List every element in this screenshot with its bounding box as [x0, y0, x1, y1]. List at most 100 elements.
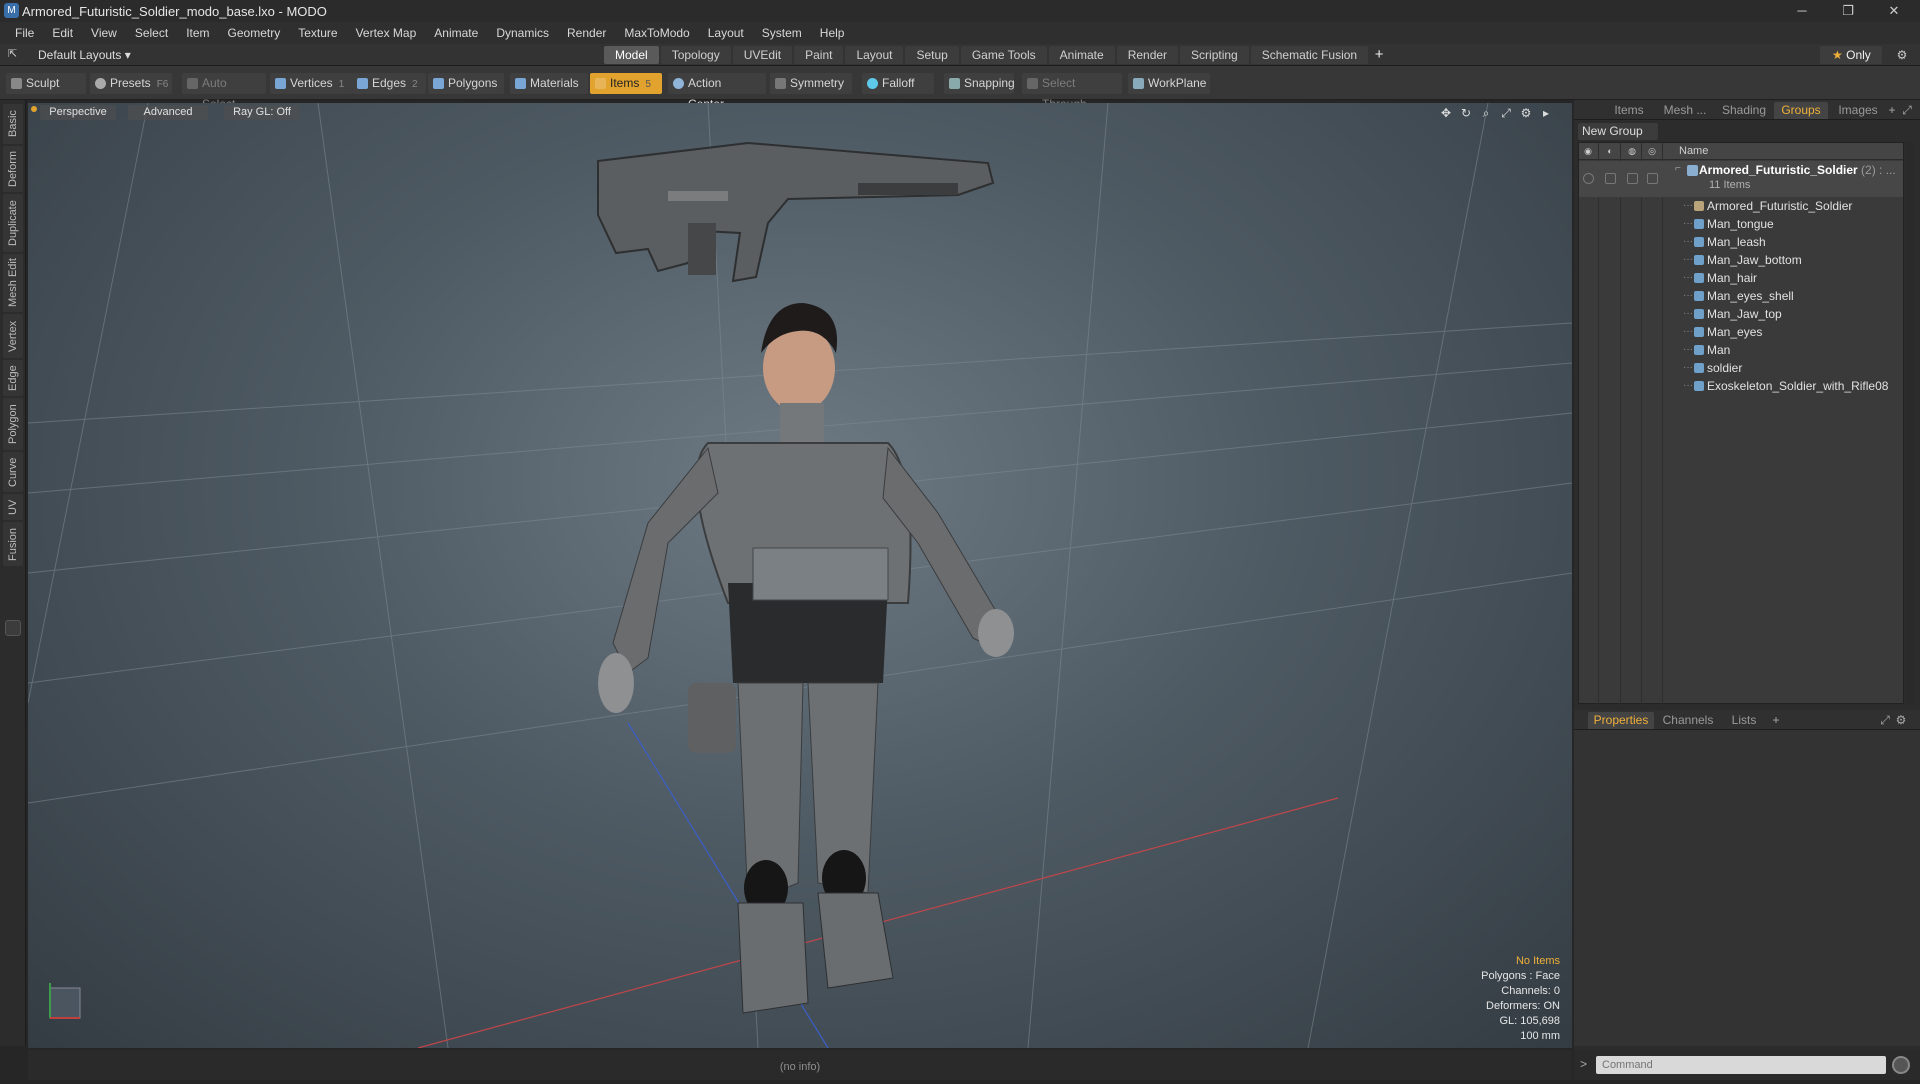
action-center-button[interactable]: Action Center: [668, 73, 766, 111]
list-item[interactable]: ··· Man_tongue: [1579, 215, 1903, 233]
select-column-icon[interactable]: ◎: [1647, 146, 1657, 156]
rotate-icon[interactable]: ↻: [1458, 105, 1474, 121]
list-item[interactable]: ··· Man_eyes: [1579, 323, 1903, 341]
workplane-button[interactable]: WorkPlane: [1128, 73, 1210, 94]
restore-icon[interactable]: ❐: [1826, 0, 1870, 22]
tab-shading[interactable]: Shading: [1716, 102, 1772, 119]
menu-select[interactable]: Select: [126, 26, 177, 40]
default-layouts-dropdown[interactable]: Default Layouts ▾: [14, 44, 131, 66]
edges-button[interactable]: Edges 2: [352, 73, 426, 94]
tab-polygon[interactable]: Polygon: [3, 398, 23, 450]
maximize-icon[interactable]: ⤢: [1498, 105, 1514, 121]
tab-deform[interactable]: Deform: [3, 146, 23, 192]
list-item[interactable]: ··· Man_leash: [1579, 233, 1903, 251]
minimize-icon[interactable]: ─: [1780, 0, 1824, 22]
list-item[interactable]: ··· Exoskeleton_Soldier_with_Rifle08: [1579, 377, 1903, 395]
tab-scripting[interactable]: Scripting: [1180, 46, 1249, 64]
zoom-icon[interactable]: ⌕: [1478, 105, 1494, 121]
new-group-button[interactable]: New Group: [1578, 123, 1658, 140]
menu-geometry[interactable]: Geometry: [219, 26, 290, 40]
group-row[interactable]: ⌐ Armored_Futuristic_Soldier (2) : ... 1…: [1579, 161, 1903, 197]
render-toggle-icon[interactable]: [1605, 173, 1616, 184]
symmetry-button[interactable]: Symmetry: [770, 73, 852, 94]
panel-expand-icon[interactable]: ⤢: [1900, 102, 1914, 119]
lock-column-icon[interactable]: ◍: [1627, 146, 1637, 156]
menu-render[interactable]: Render: [558, 26, 615, 40]
falloff-button[interactable]: Falloff: [862, 73, 934, 94]
pan-icon[interactable]: ✥: [1438, 105, 1454, 121]
only-toggle[interactable]: ★ Only: [1820, 46, 1882, 64]
tab-curve[interactable]: Curve: [3, 452, 23, 492]
viewport-gear-icon[interactable]: ⚙: [1518, 105, 1534, 121]
menu-vertex-map[interactable]: Vertex Map: [347, 26, 426, 40]
strip-toggle-button[interactable]: [5, 620, 21, 636]
snapping-button[interactable]: Snapping: [944, 73, 1015, 94]
tab-schematic-fusion[interactable]: Schematic Fusion: [1250, 46, 1369, 64]
groups-scrollbar[interactable]: [1906, 142, 1914, 704]
select-toggle-icon[interactable]: [1647, 173, 1658, 184]
add-properties-tab-icon[interactable]: +: [1770, 712, 1782, 729]
3d-viewport[interactable]: Perspective Advanced Ray GL: Off ✥ ↻ ⌕ ⤢…: [28, 103, 1572, 1048]
menu-view[interactable]: View: [82, 26, 126, 40]
tab-paint[interactable]: Paint: [794, 46, 844, 64]
select-through-button[interactable]: Select Through: [1022, 73, 1122, 111]
menu-animate[interactable]: Animate: [425, 26, 487, 40]
tab-groups[interactable]: Groups: [1774, 102, 1828, 119]
auto-select-button[interactable]: Auto Select: [182, 73, 266, 111]
menu-maxtomodo[interactable]: MaxToModo: [615, 26, 698, 40]
add-tab-icon[interactable]: +: [1370, 46, 1388, 64]
tab-fusion[interactable]: Fusion: [3, 522, 23, 566]
tab-basic[interactable]: Basic: [3, 104, 23, 144]
menu-dynamics[interactable]: Dynamics: [487, 26, 558, 40]
list-item[interactable]: ··· Man_hair: [1579, 269, 1903, 287]
sculpt-button[interactable]: Sculpt: [6, 73, 86, 94]
raygl-toggle[interactable]: Ray GL: Off: [224, 105, 300, 120]
menu-help[interactable]: Help: [811, 26, 854, 40]
polygons-button[interactable]: Polygons: [428, 73, 504, 94]
lock-toggle-icon[interactable]: [1627, 173, 1638, 184]
tab-render[interactable]: Render: [1116, 46, 1179, 64]
tab-mesh[interactable]: Mesh ...: [1658, 102, 1712, 119]
tab-duplicate[interactable]: Duplicate: [3, 194, 23, 252]
tab-uv[interactable]: UV: [3, 494, 23, 520]
tab-setup[interactable]: Setup: [905, 46, 959, 64]
menu-item[interactable]: Item: [177, 26, 218, 40]
visibility-column-icon[interactable]: ◉: [1583, 146, 1593, 156]
expand-arrow-icon[interactable]: ▸: [1538, 105, 1554, 121]
menu-texture[interactable]: Texture: [289, 26, 346, 40]
presets-button[interactable]: Presets F6: [90, 73, 172, 94]
list-item[interactable]: ··· Armored_Futuristic_Soldier: [1579, 197, 1903, 215]
tab-model[interactable]: Model: [604, 46, 659, 64]
vertices-button[interactable]: Vertices 1: [270, 73, 352, 94]
tab-animate[interactable]: Animate: [1048, 46, 1115, 64]
tab-properties[interactable]: Properties: [1588, 712, 1654, 729]
advanced-dropdown[interactable]: Advanced: [128, 105, 208, 120]
tab-layout[interactable]: Layout: [845, 46, 904, 64]
list-item[interactable]: ··· Man: [1579, 341, 1903, 359]
menu-edit[interactable]: Edit: [43, 26, 82, 40]
tab-uvedit[interactable]: UVEdit: [732, 46, 793, 64]
tab-channels[interactable]: Channels: [1658, 712, 1718, 729]
tab-game-tools[interactable]: Game Tools: [960, 46, 1047, 64]
tab-vertex[interactable]: Vertex: [3, 314, 23, 358]
close-icon[interactable]: ✕: [1872, 0, 1916, 22]
menu-system[interactable]: System: [753, 26, 811, 40]
command-history-button[interactable]: [1892, 1056, 1910, 1074]
menu-layout[interactable]: Layout: [699, 26, 753, 40]
list-item[interactable]: ··· Man_Jaw_bottom: [1579, 251, 1903, 269]
tab-edge[interactable]: Edge: [3, 360, 23, 396]
perspective-dropdown[interactable]: Perspective: [40, 105, 116, 120]
list-item[interactable]: ··· Man_eyes_shell: [1579, 287, 1903, 305]
tab-lists[interactable]: Lists: [1722, 712, 1766, 729]
tab-items[interactable]: Items: [1604, 102, 1654, 119]
tab-topology[interactable]: Topology: [660, 46, 731, 64]
list-item[interactable]: ··· soldier: [1579, 359, 1903, 377]
items-button[interactable]: Items 5: [590, 73, 662, 94]
menu-file[interactable]: File: [6, 26, 43, 40]
collapse-arrow-icon[interactable]: ⌐: [1675, 163, 1681, 174]
gear-icon[interactable]: ⚙: [1893, 46, 1911, 64]
properties-expand-icon[interactable]: ⤢: [1878, 712, 1892, 729]
tab-images[interactable]: Images: [1830, 102, 1886, 119]
tab-mesh-edit[interactable]: Mesh Edit: [3, 254, 23, 312]
name-column-header[interactable]: Name: [1679, 143, 1708, 160]
